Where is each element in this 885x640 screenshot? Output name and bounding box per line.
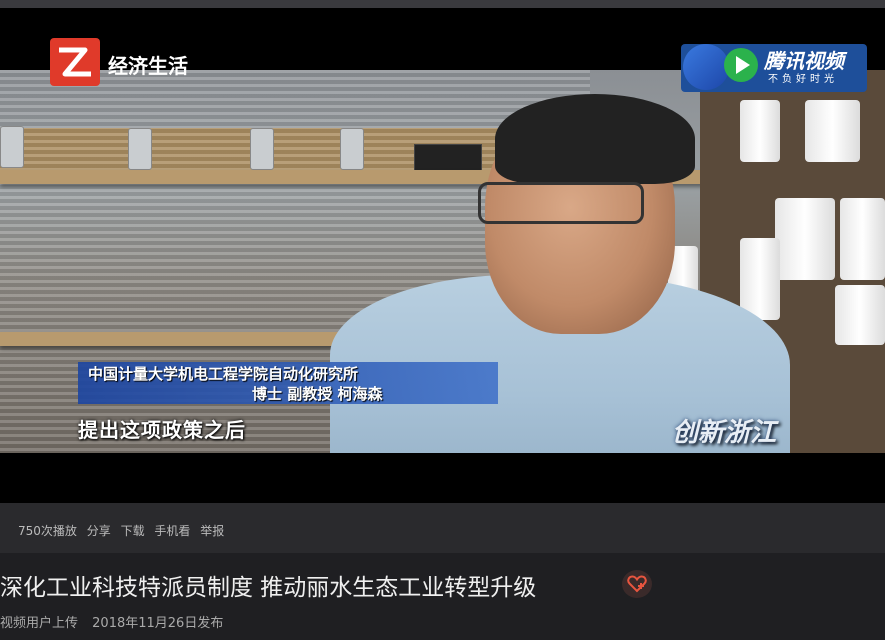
metal-part — [340, 128, 364, 170]
caption-affiliation: 中国计量大学机电工程学院自动化研究所 — [88, 365, 359, 383]
share-link[interactable]: 分享 — [87, 524, 111, 538]
stats-row: 750次播放 分享 下载 手机看 举报 — [18, 522, 230, 539]
channel-name: 经济生活 — [108, 54, 188, 78]
metal-part — [128, 128, 152, 170]
video-player[interactable]: 经济生活 腾讯视频 不负好时光 中国计量大学机电工程学院自动化研究所 博士 副教… — [0, 8, 885, 503]
favorite-button[interactable] — [622, 570, 652, 598]
publish-date: 2018年11月26日发布 — [92, 616, 224, 631]
uploader: 视频用户上传 — [0, 616, 79, 631]
video-title: 深化工业科技特派员制度 推动丽水生态工业转型升级 — [0, 575, 537, 601]
heart-plus-icon — [627, 575, 647, 593]
play-count: 750次播放 — [18, 524, 77, 538]
brand-slogan: 不负好时光 — [768, 74, 838, 85]
glasses — [478, 182, 644, 224]
show-logo: 创新浙江 — [672, 418, 777, 448]
channel-logo — [50, 38, 100, 86]
play-icon — [724, 48, 758, 82]
metal-part — [250, 128, 274, 170]
caption-name: 博士 副教授 柯海森 — [252, 385, 383, 403]
metal-part — [0, 126, 24, 168]
top-strip — [0, 0, 885, 8]
report-link[interactable]: 举报 — [200, 524, 224, 538]
mobile-watch-link[interactable]: 手机看 — [154, 524, 190, 538]
person-hair — [495, 94, 695, 184]
video-subtitle: 提出这项政策之后 — [78, 418, 246, 442]
video-meta: 视频用户上传 2018年11月26日发布 — [0, 612, 233, 631]
download-link[interactable]: 下载 — [121, 524, 145, 538]
